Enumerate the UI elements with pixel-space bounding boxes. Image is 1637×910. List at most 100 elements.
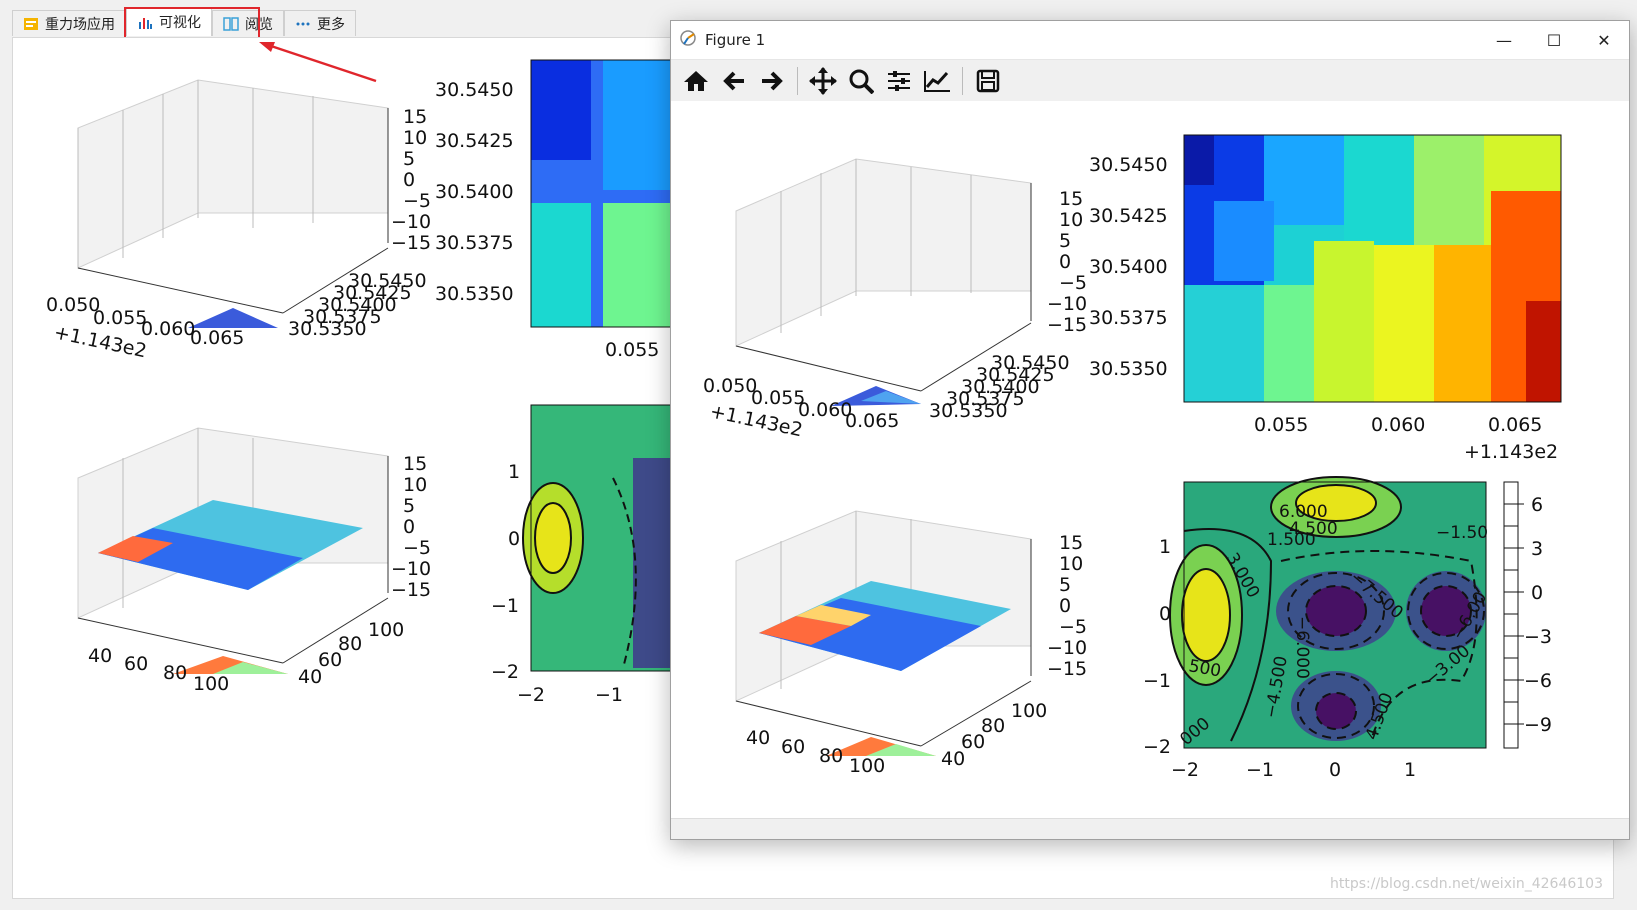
z-tick: −10 <box>391 211 431 233</box>
x-tick: 0.055 <box>93 307 147 329</box>
y-tick: 30.5350 <box>288 318 367 340</box>
figure-canvas[interactable]: 15 10 5 0 −5 −10 −15 30.5450 30.5425 30.… <box>671 101 1629 821</box>
z-tick: −5 <box>1059 272 1087 294</box>
z-tick: 0 <box>403 516 415 538</box>
edit-axes-icon[interactable] <box>922 66 952 96</box>
contour-x-tick: −1 <box>1246 759 1274 781</box>
x-tick: 40 <box>746 727 770 749</box>
z-tick: 15 <box>403 453 427 475</box>
toolbar-separator <box>797 67 798 95</box>
x-tick: 0.060 <box>141 318 195 340</box>
fig-colorbar: 6 3 0 −3 −6 −9 <box>1503 481 1552 749</box>
minimize-button[interactable]: — <box>1479 21 1529 59</box>
x-tick: 80 <box>163 662 187 684</box>
z-tick: 15 <box>1059 532 1083 554</box>
z-tick: 0 <box>1059 595 1071 617</box>
figure-toolbar <box>671 59 1629 102</box>
z-tick: 5 <box>1059 230 1071 252</box>
contour-y-tick: −2 <box>491 661 519 683</box>
heatmap-x-tick: 0.065 <box>1488 414 1542 436</box>
heatmap-partial: 30.5450 30.5425 30.5400 30.5375 30.5350 … <box>435 59 672 361</box>
x-tick: 80 <box>819 745 843 767</box>
z-tick: 10 <box>1059 209 1083 231</box>
z-tick: −5 <box>403 537 431 559</box>
pan-icon[interactable] <box>808 66 838 96</box>
forward-arrow-icon[interactable] <box>757 66 787 96</box>
y-tick: 100 <box>368 619 404 641</box>
z-tick: −15 <box>391 232 431 254</box>
save-icon[interactable] <box>973 66 1003 96</box>
y-tick: 30.5350 <box>929 400 1008 422</box>
x-tick: 100 <box>849 755 885 777</box>
z-tick: 10 <box>1059 553 1083 575</box>
contour-x-tick: −1 <box>595 684 623 706</box>
heatmap-y-tick: 30.5350 <box>1089 358 1168 380</box>
figure-title: Figure 1 <box>705 31 766 49</box>
tab-gravity-app[interactable]: 重力场应用 <box>12 10 126 36</box>
z-tick: −15 <box>1047 314 1087 336</box>
x-tick: 0.065 <box>190 327 244 349</box>
close-button[interactable]: ✕ <box>1579 21 1629 59</box>
z-tick: 10 <box>403 127 427 149</box>
z-tick: 10 <box>403 474 427 496</box>
arrow-head-icon <box>259 42 275 52</box>
contour-label: −1.50 <box>1436 523 1488 543</box>
colorbar-tick: 0 <box>1531 582 1543 604</box>
contour-x-tick: −2 <box>1171 759 1199 781</box>
contour-x-tick: −2 <box>517 684 545 706</box>
app-icon <box>23 16 39 32</box>
fig-heatmap: 30.5450 30.5425 30.5400 30.5375 30.5350 … <box>1089 134 1562 463</box>
contour-partial: 1 0 −1 −2 −2 −1 <box>491 404 672 706</box>
heatmap-y-tick: 30.5400 <box>435 181 514 203</box>
toolbar-separator <box>962 67 963 95</box>
colorbar-tick: 6 <box>1531 494 1543 516</box>
z-tick: −10 <box>1047 293 1087 315</box>
configure-subplots-icon[interactable] <box>884 66 914 96</box>
y-tick: 100 <box>1011 700 1047 722</box>
matplotlib-icon <box>679 29 697 51</box>
z-tick: −10 <box>391 558 431 580</box>
figure-window: Figure 1 — ☐ ✕ 15 10 5 0 −5 −10 −15 30.5… <box>670 20 1630 840</box>
back-arrow-icon[interactable] <box>719 66 749 96</box>
heatmap-y-tick: 30.5375 <box>435 232 514 254</box>
heatmap-x-offset: +1.143e2 <box>1464 441 1558 463</box>
heatmap-y-tick: 30.5425 <box>435 130 514 152</box>
contour-y-tick: 1 <box>508 461 520 483</box>
z-tick: 15 <box>1059 188 1083 210</box>
heatmap-x-tick: 0.055 <box>605 339 659 361</box>
home-icon[interactable] <box>681 66 711 96</box>
z-tick: −10 <box>1047 637 1087 659</box>
colorbar-tick: 3 <box>1531 538 1543 560</box>
contour-label: 1.500 <box>1267 530 1316 550</box>
colorbar-tick: −3 <box>1524 626 1552 648</box>
colorbar-tick: −6 <box>1524 670 1552 692</box>
colorbar-tick: −9 <box>1524 714 1552 736</box>
annotation-arrow <box>264 42 377 83</box>
fig-contour: 6.000 4.500 3.000 1.500 −1.50 −7.500 −6.… <box>1143 476 1491 781</box>
maximize-button[interactable]: ☐ <box>1529 21 1579 59</box>
x-tick: 60 <box>781 736 805 758</box>
contour-y-tick: 1 <box>1159 536 1171 558</box>
tab-label: 更多 <box>317 16 345 33</box>
heatmap-y-tick: 30.5400 <box>1089 256 1168 278</box>
z-tick: 5 <box>403 495 415 517</box>
zoom-icon[interactable] <box>846 66 876 96</box>
figure-titlebar[interactable]: Figure 1 — ☐ ✕ <box>671 21 1629 59</box>
contour-label: −6.000 <box>1292 616 1312 679</box>
heatmap-x-tick: 0.055 <box>1254 414 1308 436</box>
z-tick: −15 <box>391 579 431 601</box>
more-dots-icon <box>295 16 311 32</box>
contour-y-tick: −1 <box>491 595 519 617</box>
z-tick: 5 <box>1059 574 1071 596</box>
watermark: https://blog.csdn.net/weixin_42646103 <box>1329 876 1603 892</box>
x-tick: 40 <box>88 645 112 667</box>
z-tick: 0 <box>403 169 415 191</box>
figure-plots: 15 10 5 0 −5 −10 −15 30.5450 30.5425 30.… <box>703 134 1562 781</box>
heatmap-y-tick: 30.5450 <box>1089 154 1168 176</box>
tab-more[interactable]: 更多 <box>284 10 356 36</box>
z-tick: −5 <box>403 190 431 212</box>
contour-y-tick: 0 <box>1159 603 1171 625</box>
heatmap-y-tick: 30.5375 <box>1089 307 1168 329</box>
tab-label: 重力场应用 <box>45 16 115 33</box>
x-tick: 60 <box>124 653 148 675</box>
